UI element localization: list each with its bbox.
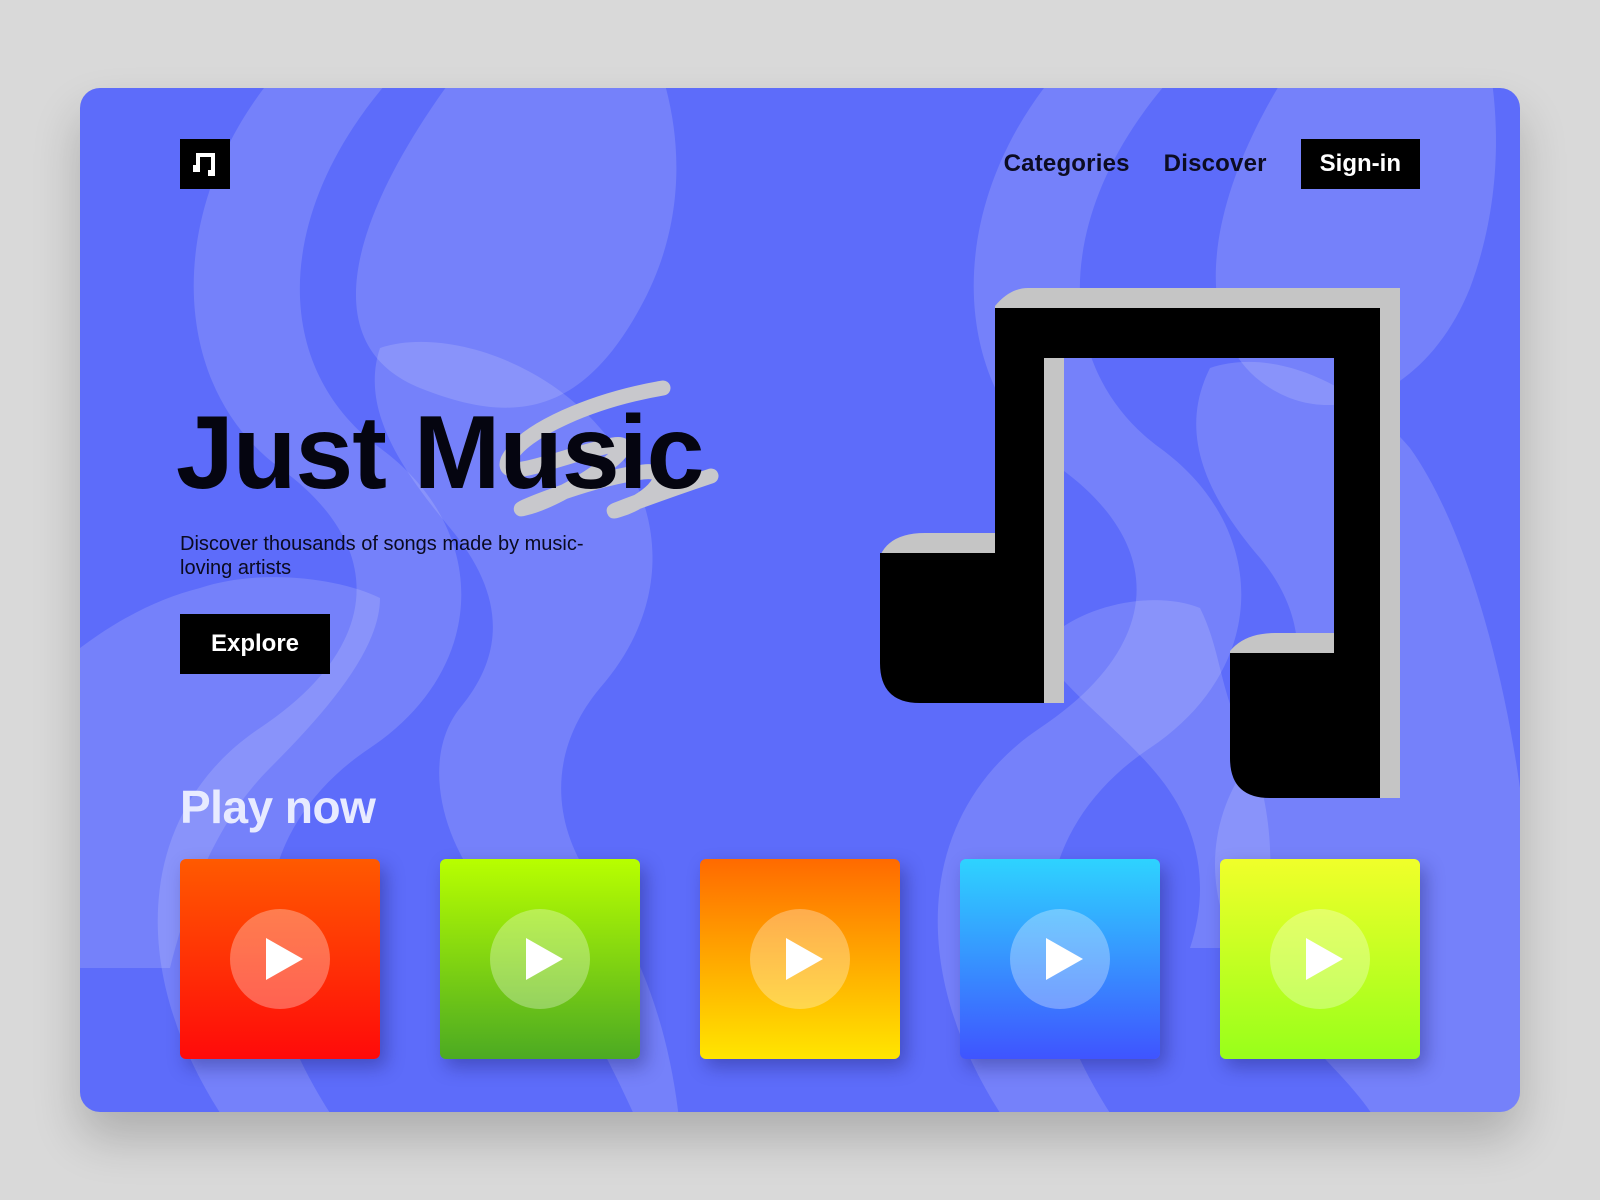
music-note-icon (193, 153, 215, 176)
track-tile[interactable] (960, 859, 1160, 1059)
nav-categories[interactable]: Categories (1004, 150, 1130, 178)
play-button[interactable] (1270, 909, 1370, 1009)
hero-title: Just Music (176, 395, 704, 511)
play-icon (785, 938, 823, 980)
play-icon (1305, 938, 1343, 980)
track-tile[interactable] (1220, 859, 1420, 1059)
play-now-title: Play now (180, 781, 376, 833)
explore-button[interactable]: Explore (180, 614, 330, 674)
play-button[interactable] (490, 909, 590, 1009)
signin-button[interactable]: Sign-in (1300, 139, 1420, 189)
brand-logo[interactable] (180, 139, 230, 189)
music-note-3d-icon (880, 288, 1400, 798)
hero-subtitle: Discover thousands of songs made by musi… (180, 533, 584, 579)
top-nav: Categories Discover Sign-in (1004, 139, 1420, 189)
play-icon (1045, 938, 1083, 980)
play-button[interactable] (1010, 909, 1110, 1009)
play-button[interactable] (230, 909, 330, 1009)
play-icon (265, 938, 303, 980)
track-tile[interactable] (700, 859, 900, 1059)
nav-discover[interactable]: Discover (1164, 150, 1267, 178)
track-tile[interactable] (440, 859, 640, 1059)
play-icon (525, 938, 563, 980)
track-tile[interactable] (180, 859, 380, 1059)
landing-card: Categories Discover Sign-in Just Music D… (80, 88, 1520, 1112)
play-button[interactable] (750, 909, 850, 1009)
